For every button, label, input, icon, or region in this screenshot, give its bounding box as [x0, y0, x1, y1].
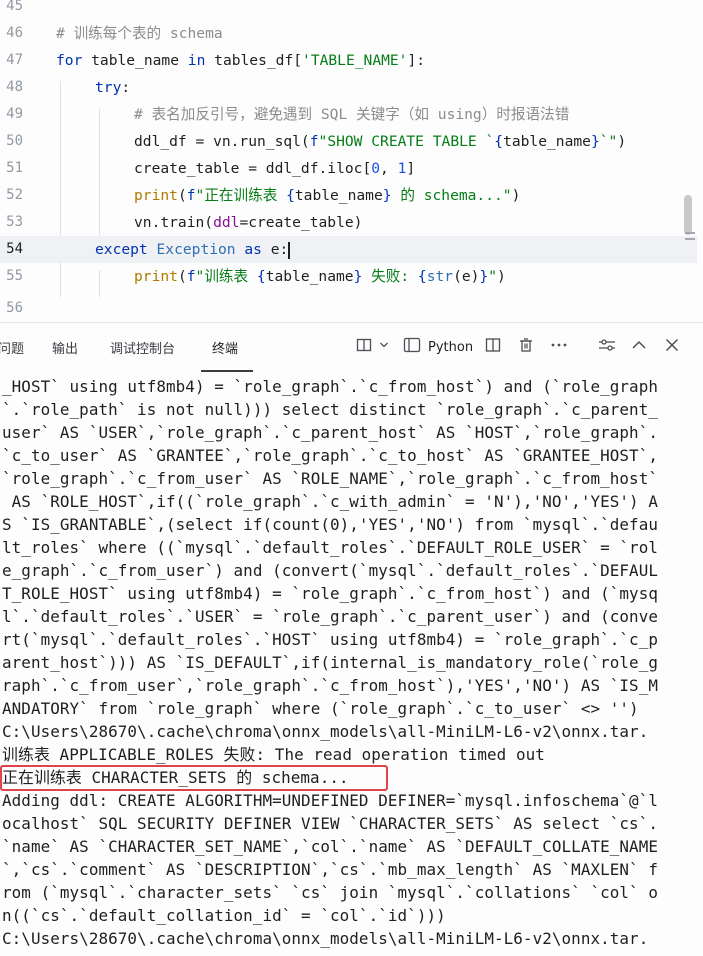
highlight-annotation-box: [0, 765, 388, 791]
line-number: 50: [6, 133, 23, 149]
terminal-line: `,`cs`.`comment` AS `DESCRIPTION`,`cs`.`…: [2, 860, 658, 879]
line-number: 56: [6, 300, 23, 316]
terminal-line: lt_roles` where ((`mysql`.`default_roles…: [2, 538, 658, 557]
terminal-profile-label[interactable]: Python: [428, 340, 473, 355]
line-number: 47: [6, 52, 23, 68]
terminal-output[interactable]: _HOST` using utf8mb4) = `role_graph`.`c_…: [0, 373, 703, 956]
terminal-line: n((`cs`.`default_collation_id` = `col`.`…: [2, 906, 446, 925]
line-number: 51: [6, 160, 23, 176]
terminal-line: `role_graph`.`c_from_user` AS `ROLE_NAME…: [2, 469, 658, 488]
terminal-line: C:\Users\28670\.cache\chroma\onnx_models…: [2, 929, 649, 948]
terminal-line: rt(`mysql`.`default_roles`.`HOST` using …: [2, 630, 658, 649]
split-icon[interactable]: [356, 337, 372, 357]
code-text: print(f"训练表 {table_name} 失败: {str(e)}"): [134, 268, 506, 285]
terminal-line: _HOST` using utf8mb4) = `role_graph`.`c_…: [2, 377, 658, 396]
tab-output[interactable]: 输出: [52, 338, 78, 357]
code-comment: # 表名加反引号，避免遇到 SQL 关键字（如 using）时报语法错: [134, 106, 570, 123]
terminal-icon[interactable]: [403, 337, 421, 357]
code-line-active: 54 except Exception as e:: [0, 236, 697, 263]
code-line: 55 print(f"训练表 {table_name} 失败: {str(e)}…: [0, 263, 697, 290]
terminal-line: raph`.`c_from_user`,`role_graph`.`c_from…: [2, 676, 658, 695]
code-text: except Exception as e:: [95, 241, 290, 259]
line-number: 49: [6, 106, 23, 122]
terminal-line: `c_to_user` AS `GRANTEE`,`role_graph`.`c…: [2, 446, 658, 465]
code-line: 53 vn.train(ddl=create_table): [0, 209, 697, 236]
code-line: 52 print(f"正在训练表 {table_name} 的 schema..…: [0, 182, 697, 209]
line-number: 45: [6, 0, 23, 14]
code-editor[interactable]: 45 46 # 训练每个表的 schema 47 for table_name …: [0, 0, 703, 322]
line-number: 52: [6, 187, 23, 203]
terminal-line: `name` AS `CHARACTER_SET_NAME`,`col`.`na…: [2, 837, 658, 856]
terminal-line: arent_host`))) AS `IS_DEFAULT`,if(intern…: [2, 653, 658, 672]
scrollbar-marker: [685, 238, 695, 240]
terminal-line: ANDATORY` from `role_graph` where (`role…: [2, 699, 639, 718]
maximize-icon[interactable]: [631, 337, 647, 357]
terminal-line: S `IS_GRANTABLE`,(select if(count(0),'YE…: [2, 515, 658, 534]
code-line: 49 # 表名加反引号，避免遇到 SQL 关键字（如 using）时报语法错: [0, 101, 697, 128]
line-number: 53: [6, 214, 23, 230]
line-number: 54: [6, 241, 23, 257]
line-number: 55: [6, 268, 23, 284]
code-line: 56: [0, 295, 697, 322]
tab-problems[interactable]: 问题: [0, 338, 24, 357]
code-text: vn.train(ddl=create_table): [134, 214, 363, 231]
code-text: print(f"正在训练表 {table_name} 的 schema..."): [134, 187, 521, 204]
settings-icon[interactable]: [598, 337, 616, 357]
code-text: for table_name in tables_df['TABLE_NAME'…: [56, 52, 426, 69]
terminal-line: Adding ddl: CREATE ALGORITHM=UNDEFINED D…: [2, 791, 658, 810]
terminal-line: T_ROLE_HOST` using utf8mb4) = `role_grap…: [2, 584, 658, 603]
terminal-line: C:\Users\28670\.cache\chroma\onnx_models…: [2, 722, 649, 741]
terminal-line: `.`role_path` is not null))) select dist…: [2, 400, 658, 419]
code-line: 48 try:: [0, 74, 697, 101]
code-text: create_table = ddl_df.iloc[0, 1]: [134, 160, 416, 177]
terminal-line: user` AS `USER`,`role_graph`.`c_parent_h…: [2, 423, 658, 442]
text-cursor: [288, 241, 290, 259]
terminal-line: AS `ROLE_HOST`,if((`role_graph`.`c_with_…: [2, 492, 658, 511]
line-number: 48: [6, 79, 23, 95]
line-number: 46: [6, 25, 23, 41]
terminal-line: l`.`default_roles`.`USER` = `role_graph`…: [2, 607, 658, 626]
editor-scrollbar-thumb[interactable]: [684, 195, 692, 235]
split-terminal-icon[interactable]: [485, 337, 501, 357]
close-icon[interactable]: [664, 337, 680, 357]
active-tab-indicator: [201, 370, 253, 372]
code-text: try:: [95, 79, 131, 96]
scrollbar-marker: [685, 232, 695, 234]
terminal-line: e_graph`.`c_from_user`) and (convert(`my…: [2, 561, 658, 580]
chevron-down-icon[interactable]: [379, 337, 389, 357]
terminal-line: ocalhost` SQL SECURITY DEFINER VIEW `CHA…: [2, 814, 658, 833]
code-line: 46 # 训练每个表的 schema: [0, 20, 697, 47]
code-line: 50 ddl_df = vn.run_sql(f"SHOW CREATE TAB…: [0, 128, 697, 155]
terminal-line: rom (`mysql`.`character_sets` `cs` join …: [2, 883, 658, 902]
terminal-line: 训练表 APPLICABLE_ROLES 失败: The read operat…: [2, 745, 545, 764]
code-line: 51 create_table = ddl_df.iloc[0, 1]: [0, 155, 697, 182]
more-icon[interactable]: [550, 337, 568, 357]
tab-debug-console[interactable]: 调试控制台: [110, 338, 175, 357]
trash-icon[interactable]: [518, 337, 534, 357]
code-line: 47 for table_name in tables_df['TABLE_NA…: [0, 47, 697, 74]
code-line: 45: [0, 0, 697, 20]
tab-terminal[interactable]: 终端: [212, 338, 238, 357]
code-text: ddl_df = vn.run_sql(f"SHOW CREATE TABLE …: [134, 133, 627, 150]
panel-tab-bar: 问题 输出 调试控制台 终端 Python: [0, 323, 703, 373]
code-comment: # 训练每个表的 schema: [56, 25, 223, 42]
